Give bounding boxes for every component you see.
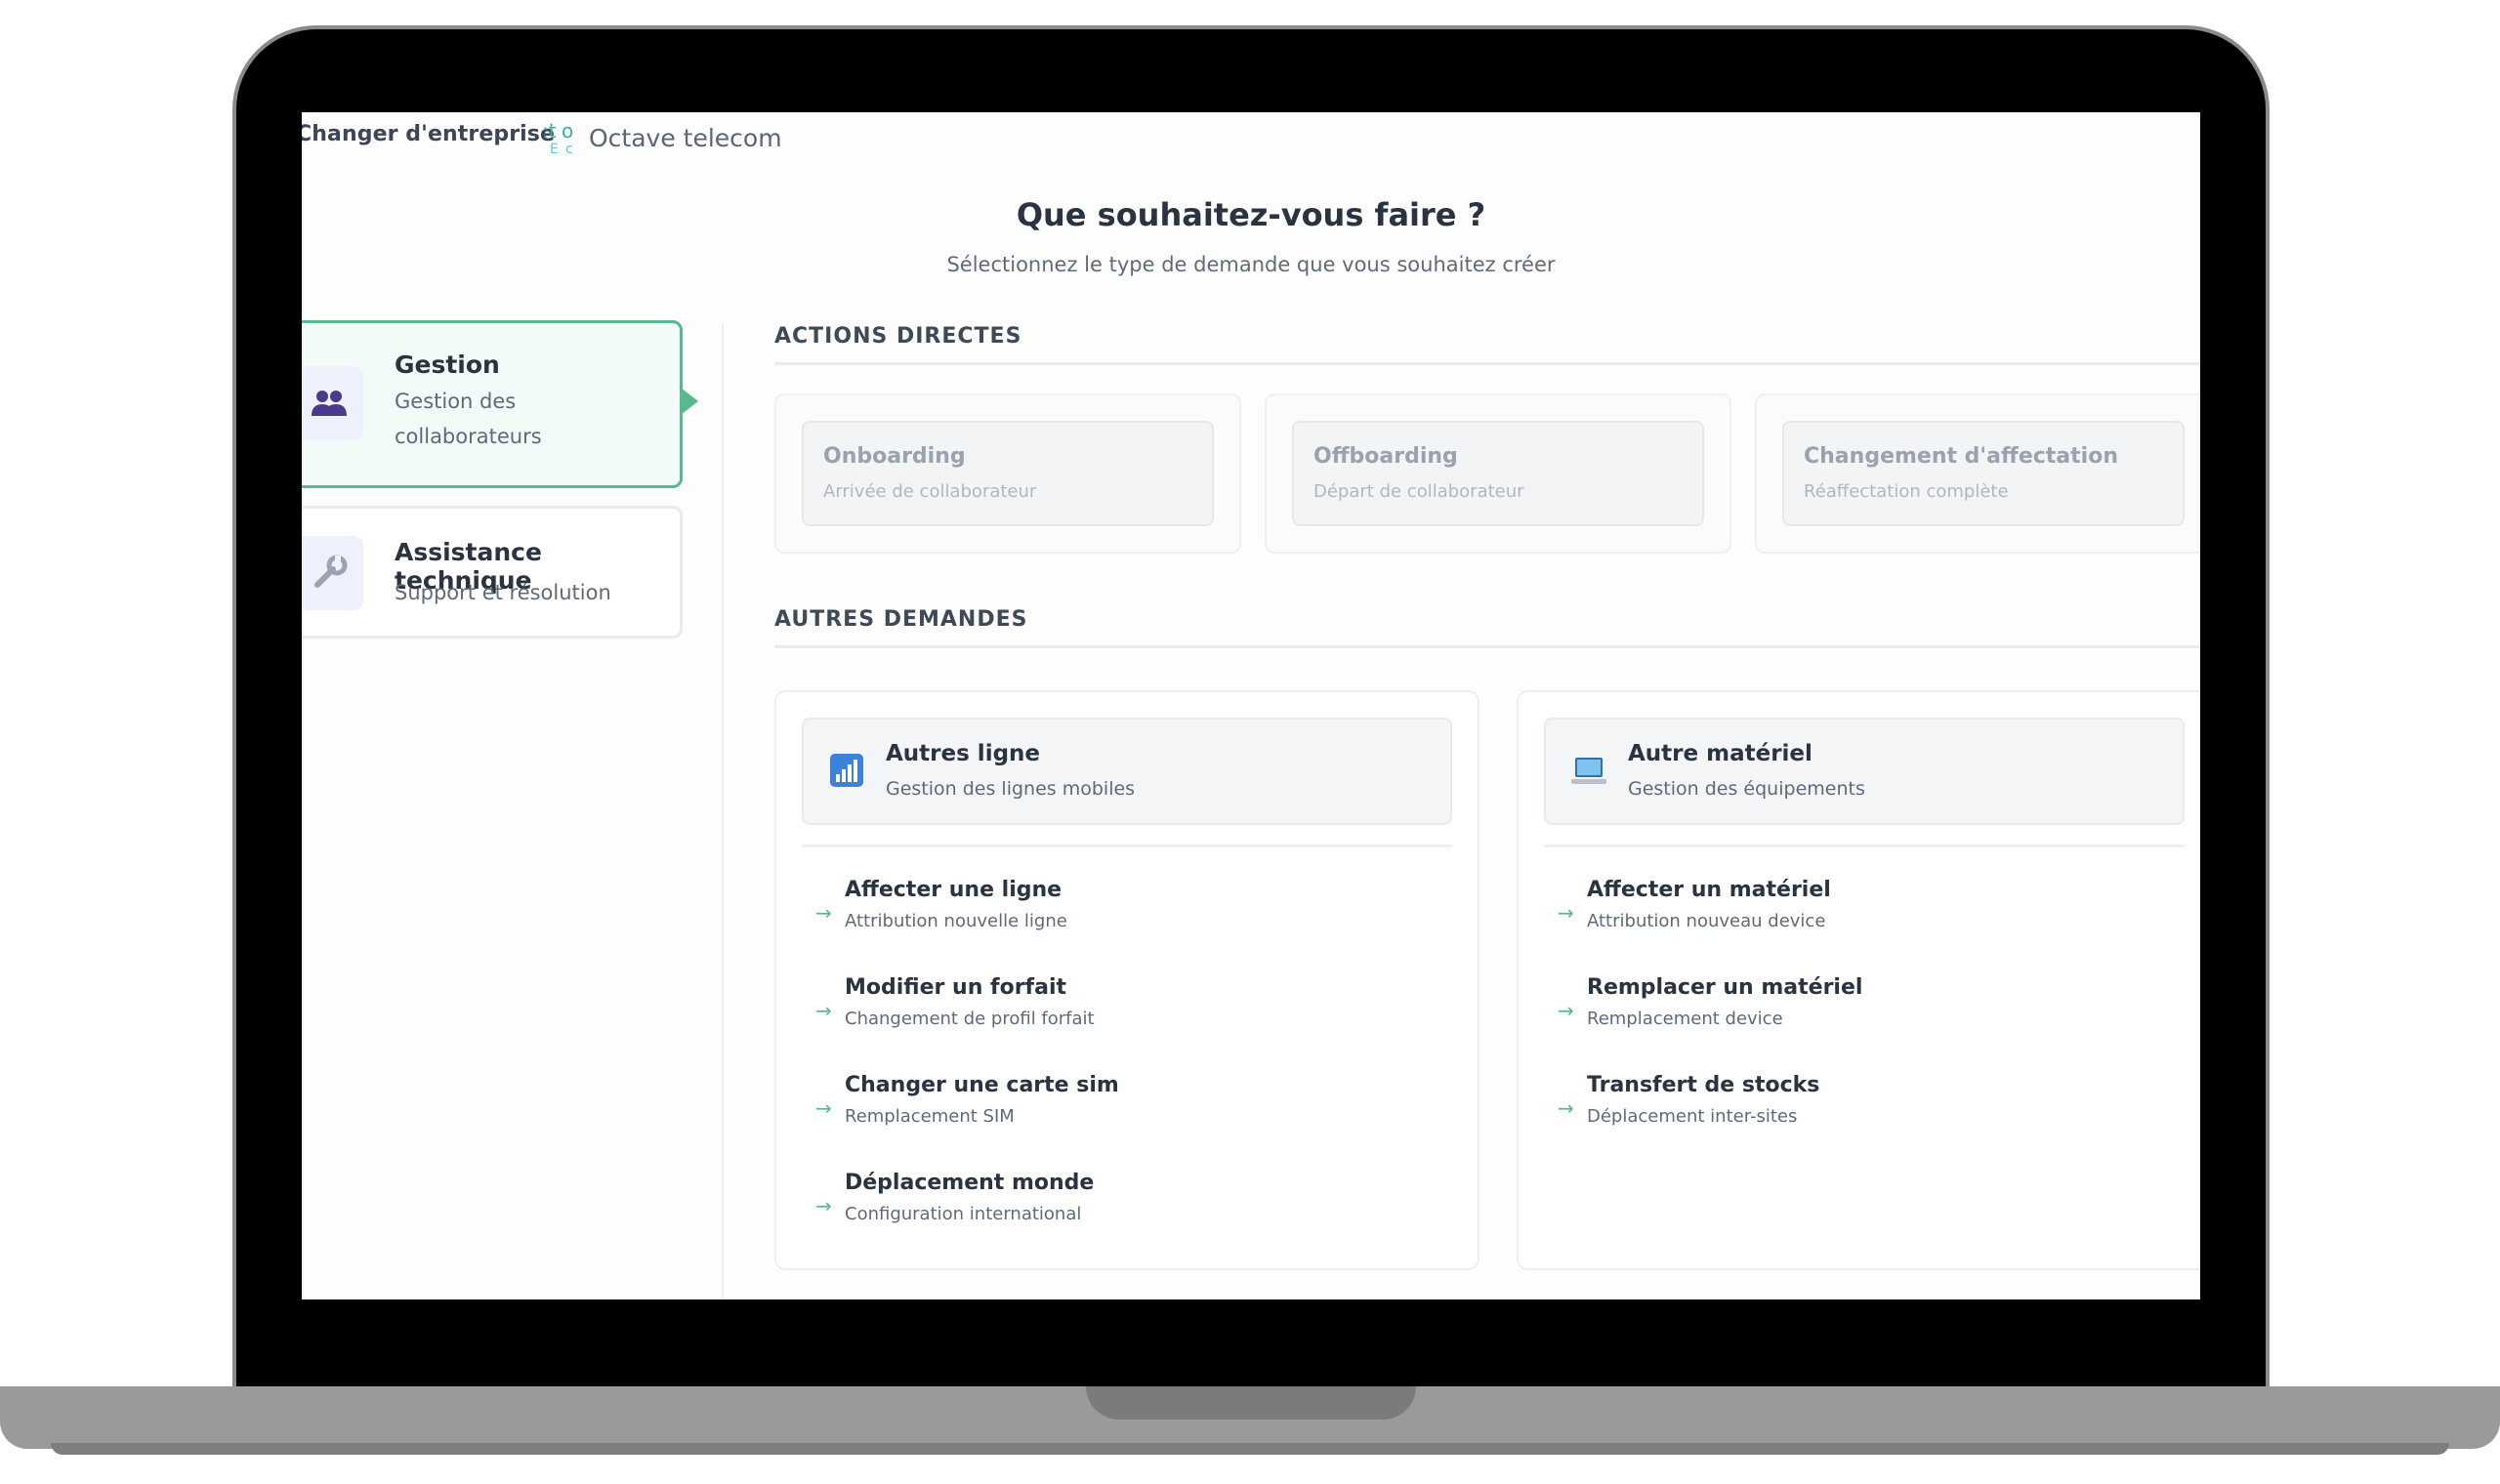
arrow-right-icon: → [815, 1194, 832, 1217]
item-description: Remplacement device [1587, 1009, 1783, 1029]
request-item-replace-device[interactable]: → Remplacer un matériel Remplacement dev… [1558, 975, 2190, 1053]
people-icon [302, 366, 363, 440]
request-group-equipment: Autre matériel Gestion des équipements →… [1517, 690, 2200, 1270]
bar-chart-icon [827, 751, 866, 790]
svg-text:o: o [562, 119, 573, 143]
switch-company-link[interactable]: Changer d'entreprise [302, 122, 555, 146]
svg-text::t: :t [542, 119, 557, 143]
group-description: Gestion des lignes mobiles [886, 778, 1136, 800]
request-item-modify-plan[interactable]: → Modifier un forfait Changement de prof… [815, 975, 1448, 1053]
action-card-onboarding[interactable]: Onboarding Arrivée de collaborateur [774, 393, 1241, 554]
section-label-direct-actions: ACTIONS DIRECTES [774, 324, 1022, 349]
brand: :t o E c Octave telecom [540, 118, 782, 157]
action-description: Arrivée de collaborateur [823, 481, 1037, 502]
action-card-inner: Offboarding Départ de collaborateur [1292, 421, 1704, 526]
item-description: Changement de profil forfait [845, 1009, 1095, 1029]
svg-text:c: c [565, 142, 573, 157]
item-title: Affecter une ligne [845, 878, 1062, 902]
category-title: Gestion [395, 350, 500, 379]
item-title: Transfert de stocks [1587, 1073, 1820, 1097]
group-title: Autres ligne [886, 741, 1041, 766]
action-card-inner: Changement d'affectation Réaffectation c… [1782, 421, 2185, 526]
category-description: Gestion des collaborateurs [395, 390, 542, 448]
action-card-offboarding[interactable]: Offboarding Départ de collaborateur [1265, 393, 1731, 554]
group-header[interactable]: Autre matériel Gestion des équipements [1544, 718, 2185, 825]
svg-text:E: E [550, 142, 559, 157]
laptop-mockup: Changer d'entreprise :t o E c Octave tel… [0, 0, 2500, 1484]
action-title: Changement d'affectation [1804, 444, 2118, 469]
action-title: Onboarding [823, 444, 966, 469]
action-description: Réaffectation complète [1804, 481, 2009, 502]
group-divider [802, 845, 1452, 847]
wrench-icon [302, 536, 363, 610]
item-description: Remplacement SIM [845, 1106, 1015, 1127]
brand-logo-icon: :t o E c [540, 118, 579, 157]
page-title: Que souhaitez-vous faire ? [1016, 196, 1486, 233]
brand-name: Octave telecom [589, 123, 782, 152]
request-item-change-sim[interactable]: → Changer une carte sim Remplacement SIM [815, 1073, 1448, 1151]
section-divider [774, 645, 2200, 648]
item-title: Changer une carte sim [845, 1073, 1119, 1097]
action-title: Offboarding [1313, 444, 1458, 469]
category-description: Support et résolution [395, 581, 611, 604]
action-card-inner: Onboarding Arrivée de collaborateur [802, 421, 1214, 526]
item-title: Modifier un forfait [845, 975, 1067, 1000]
arrow-right-icon: → [1558, 1096, 1574, 1120]
section-divider [774, 362, 2200, 365]
category-gestion[interactable]: Gestion Gestion des collaborateurs [302, 320, 683, 488]
page-subtitle: Sélectionnez le type de demande que vous… [946, 253, 1556, 276]
group-header[interactable]: Autres ligne Gestion des lignes mobiles [802, 718, 1452, 825]
arrow-right-icon: → [815, 901, 832, 925]
item-title: Remplacer un matériel [1587, 975, 1863, 1000]
category-assistance[interactable]: Assistance technique Support et résoluti… [302, 506, 683, 639]
action-description: Départ de collaborateur [1313, 481, 1524, 502]
item-description: Attribution nouvelle ligne [845, 911, 1067, 931]
request-item-assign-device[interactable]: → Affecter un matériel Attribution nouve… [1558, 878, 2190, 956]
request-group-lines: Autres ligne Gestion des lignes mobiles … [774, 690, 1479, 1270]
request-item-stock-transfer[interactable]: → Transfert de stocks Déplacement inter-… [1558, 1073, 2190, 1151]
arrow-right-icon: → [1558, 901, 1574, 925]
item-title: Déplacement monde [845, 1171, 1095, 1195]
item-description: Configuration international [845, 1204, 1082, 1224]
arrow-right-icon: → [1558, 999, 1574, 1022]
action-card-reassignment[interactable]: Changement d'affectation Réaffectation c… [1755, 393, 2200, 554]
app-screen: Changer d'entreprise :t o E c Octave tel… [302, 112, 2200, 1299]
column-divider [722, 323, 724, 1299]
laptop-base-edge [51, 1443, 2449, 1455]
arrow-right-icon: → [815, 999, 832, 1022]
item-title: Affecter un matériel [1587, 878, 1831, 902]
request-item-assign-line[interactable]: → Affecter une ligne Attribution nouvell… [815, 878, 1448, 956]
laptop-icon [1569, 751, 1608, 790]
request-item-world-travel[interactable]: → Déplacement monde Configuration intern… [815, 1171, 1448, 1249]
arrow-right-icon: → [815, 1096, 832, 1120]
laptop-notch [1086, 1386, 1416, 1420]
group-title: Autre matériel [1628, 741, 1812, 766]
group-divider [1544, 845, 2185, 847]
group-description: Gestion des équipements [1628, 778, 1865, 800]
item-description: Attribution nouveau device [1587, 911, 1826, 931]
active-category-pointer [681, 388, 698, 415]
top-bar: Changer d'entreprise :t o E c Octave tel… [302, 112, 2200, 163]
section-label-other-requests: AUTRES DEMANDES [774, 607, 1028, 632]
item-description: Déplacement inter-sites [1587, 1106, 1798, 1127]
